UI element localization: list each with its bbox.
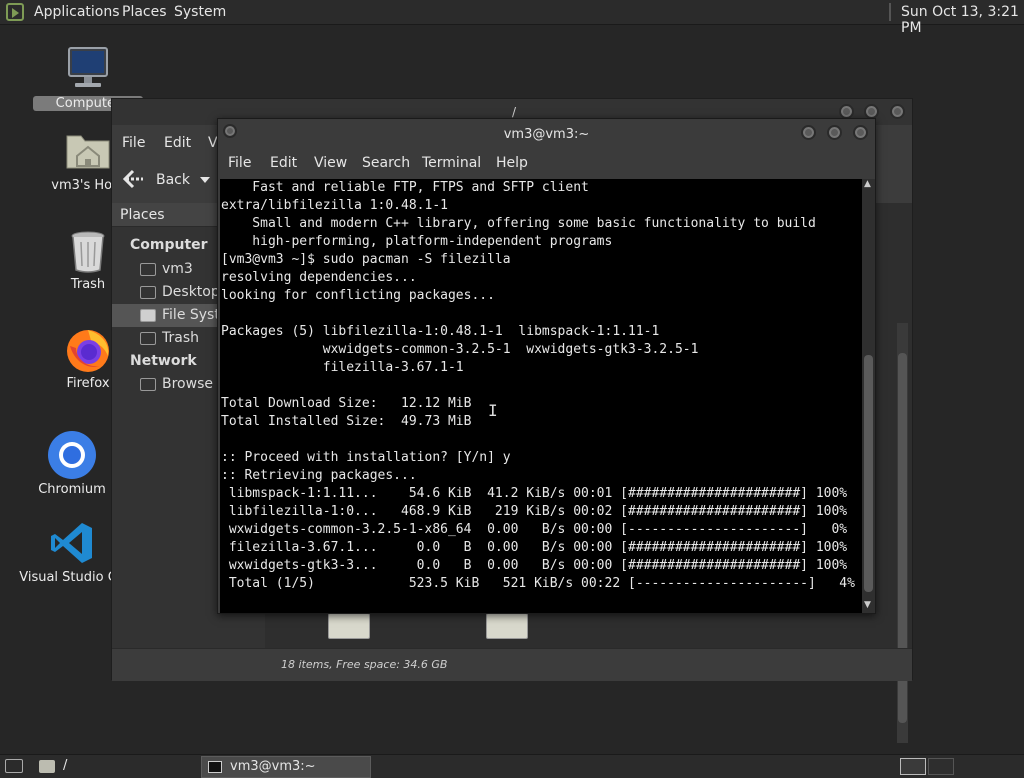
terminal-line: :: Retrieving packages...	[221, 468, 417, 483]
places-menu[interactable]: Places	[122, 4, 167, 20]
minimize-button[interactable]	[839, 104, 854, 119]
back-button[interactable]: Back	[156, 172, 190, 188]
home-icon	[140, 263, 156, 276]
trash-small-icon	[140, 332, 156, 345]
terminal-line: libmspack-1:1.11... 54.6 KiB 41.2 KiB/s …	[221, 486, 848, 501]
terminal-line: resolving dependencies...	[221, 270, 417, 285]
terminal-icon	[208, 761, 222, 773]
drive-icon	[140, 309, 156, 322]
sidebar-heading-computer: Computer	[130, 237, 208, 253]
menu-search[interactable]: Search	[362, 155, 410, 171]
taskbar-item-filemanager[interactable]: /	[63, 758, 67, 773]
back-arrow-icon	[123, 169, 143, 189]
file-icon[interactable]	[486, 613, 528, 639]
window-title: /	[512, 105, 517, 119]
terminal-line: :: Proceed with installation? [Y/n] y	[221, 450, 511, 465]
trash-icon	[71, 231, 105, 273]
terminal-output[interactable]: Fast and reliable FTP, FTPS and SFTP cli…	[220, 179, 862, 613]
terminal-menubar: File Edit View Search Terminal Help	[218, 149, 875, 179]
terminal-line: high-performing, platform-independent pr…	[221, 234, 613, 249]
sidebar-heading-network: Network	[130, 353, 197, 369]
terminal-window[interactable]: vm3@vm3:~ File Edit View Search Terminal…	[217, 118, 876, 614]
applications-menu-icon[interactable]	[6, 3, 24, 21]
sidebar-item-vm3[interactable]: vm3	[162, 261, 193, 277]
sidebar-item-trash[interactable]: Trash	[162, 330, 199, 346]
terminal-scrollbar[interactable]: ▲ ▼	[862, 179, 875, 613]
bottom-panel: / vm3@vm3:~	[0, 754, 1024, 778]
menu-edit[interactable]: Edit	[164, 135, 191, 151]
minimize-button[interactable]	[801, 125, 816, 140]
computer-icon	[68, 47, 108, 87]
file-icon[interactable]	[328, 613, 370, 639]
maximize-button[interactable]	[864, 104, 879, 119]
desktop-icon	[140, 286, 156, 299]
terminal-line: Total (1/5) 523.5 KiB 521 KiB/s 00:22 [-…	[221, 576, 855, 591]
network-icon	[140, 378, 156, 391]
menu-terminal[interactable]: Terminal	[422, 155, 481, 171]
scroll-down-icon[interactable]: ▼	[864, 600, 871, 610]
terminal-line: filezilla-3.67.1-1	[221, 360, 464, 375]
terminal-line: Total Download Size: 12.12 MiB	[221, 396, 472, 411]
vscode-icon	[51, 523, 92, 563]
terminal-line: Total Installed Size: 49.73 MiB	[221, 414, 472, 429]
top-panel: Applications Places System Sun Oct 13, 3…	[0, 0, 1024, 36]
terminal-line: [vm3@vm3 ~]$ sudo pacman -S filezilla	[221, 252, 511, 267]
menu-edit[interactable]: Edit	[270, 155, 297, 171]
close-button[interactable]	[890, 104, 905, 119]
scrollbar-thumb[interactable]	[864, 355, 873, 592]
terminal-line: Fast and reliable FTP, FTPS and SFTP cli…	[221, 180, 589, 195]
close-button[interactable]	[853, 125, 868, 140]
terminal-line: extra/libfilezilla 1:0.48.1-1	[221, 198, 448, 213]
scroll-up-icon[interactable]: ▲	[864, 179, 871, 189]
terminal-line: Small and modern C++ library, offering s…	[221, 216, 816, 231]
folder-icon	[39, 760, 55, 773]
workspace-switcher-1[interactable]	[900, 758, 926, 775]
taskbar-item-terminal[interactable]: vm3@vm3:~	[201, 756, 371, 778]
firefox-icon	[67, 330, 109, 372]
terminal-line: wxwidgets-common-3.2.5-1 wxwidgets-gtk3-…	[221, 342, 699, 357]
terminal-line: filezilla-3.67.1... 0.0 B 0.00 B/s 00:00…	[221, 540, 848, 555]
menu-help[interactable]: Help	[496, 155, 528, 171]
sidebar-item-desktop[interactable]: Desktop	[162, 284, 220, 300]
show-desktop-icon[interactable]	[5, 759, 23, 773]
clock[interactable]: Sun Oct 13, 3:21 PM	[901, 4, 1024, 36]
system-menu[interactable]: System	[174, 4, 226, 20]
panel-separator	[889, 3, 891, 21]
terminal-line: wxwidgets-gtk3-3... 0.0 B 0.00 B/s 00:00…	[221, 558, 848, 573]
home-folder-icon	[66, 135, 110, 169]
places-header-label: Places	[120, 207, 165, 223]
terminal-line: Packages (5) libfilezilla-1:0.48.1-1 lib…	[221, 324, 660, 339]
status-bar: 18 items, Free space: 34.6 GB	[112, 648, 912, 681]
terminal-text: Fast and reliable FTP, FTPS and SFTP cli…	[221, 179, 855, 593]
terminal-line: libfilezilla-1:0... 468.9 KiB 219 KiB/s …	[221, 504, 848, 519]
terminal-titlebar[interactable]: vm3@vm3:~	[218, 119, 875, 149]
chevron-down-icon[interactable]	[200, 177, 210, 183]
chromium-icon	[48, 431, 96, 479]
terminal-line: looking for conflicting packages...	[221, 288, 495, 303]
terminal-line: wxwidgets-common-3.2.5-1-x86_64 0.00 B/s…	[221, 522, 848, 537]
menu-file[interactable]: File	[122, 135, 145, 151]
taskbar-item-label: vm3@vm3:~	[230, 759, 316, 774]
terminal-title: vm3@vm3:~	[503, 127, 590, 142]
text-cursor-icon: I	[488, 401, 498, 420]
workspace-switcher-2[interactable]	[928, 758, 954, 775]
menu-file[interactable]: File	[228, 155, 251, 171]
status-text: 18 items, Free space: 34.6 GB	[281, 658, 448, 671]
maximize-button[interactable]	[827, 125, 842, 140]
applications-menu[interactable]: Applications	[34, 4, 120, 20]
menu-view[interactable]: View	[314, 155, 347, 171]
